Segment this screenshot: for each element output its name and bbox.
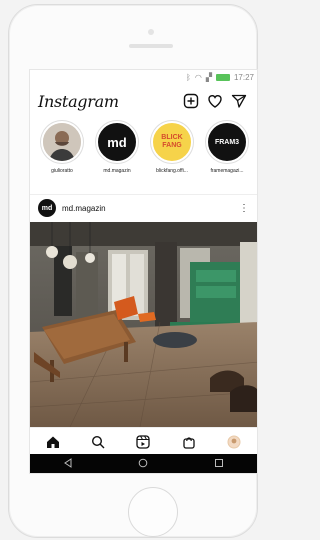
earpiece-speaker: [129, 44, 173, 48]
battery-icon: [215, 73, 230, 81]
story-ring: md: [95, 120, 139, 164]
avatar: BLICK FANG: [151, 121, 193, 163]
stories-row: giulioratto md md.magazin BLICK FANG bli…: [30, 120, 257, 192]
shopping-bag-icon[interactable]: [178, 431, 200, 453]
top-header: Instagram: [30, 84, 257, 118]
status-bar: ᛒ ◠ ▞ 17:27: [30, 70, 257, 84]
story-label: md.magazin: [103, 168, 131, 174]
story-label: blickfang.offi...: [156, 168, 188, 174]
home-icon[interactable]: [42, 431, 64, 453]
story-ring: BLICK FANG: [150, 120, 194, 164]
reels-icon[interactable]: [132, 431, 154, 453]
more-options-icon[interactable]: ⋮: [239, 203, 249, 214]
avatar: FRAM3: [206, 121, 248, 163]
front-camera: [148, 29, 154, 35]
recent-square-icon[interactable]: [214, 455, 224, 473]
android-nav-bar: [30, 454, 257, 473]
plus-square-icon[interactable]: [181, 91, 201, 111]
story-item[interactable]: BLICK FANG blickfang.offi...: [148, 120, 196, 192]
hardware-home-button[interactable]: [128, 487, 178, 537]
post-header: md md.magazin ⋮: [30, 196, 257, 220]
divider: [30, 194, 257, 195]
paper-plane-icon[interactable]: [229, 91, 249, 111]
signal-icon: ▞: [205, 72, 212, 82]
post-avatar[interactable]: md: [38, 199, 56, 217]
story-label: framemagazi...: [210, 168, 244, 174]
bottom-tab-bar: [30, 427, 257, 456]
avatar: md: [96, 121, 138, 163]
post-image[interactable]: [30, 222, 257, 427]
heart-icon[interactable]: [205, 91, 225, 111]
app-logo[interactable]: Instagram: [38, 92, 177, 111]
back-triangle-icon[interactable]: [63, 455, 73, 473]
home-circle-icon[interactable]: [138, 455, 148, 473]
story-ring: FRAM3: [205, 120, 249, 164]
wifi-icon: ◠: [194, 72, 202, 82]
story-item[interactable]: FRAM3 framemagazi...: [203, 120, 251, 192]
status-time: 17:27: [233, 72, 254, 82]
story-ring: [40, 120, 84, 164]
avatar: [41, 121, 83, 163]
post-username[interactable]: md.magazin: [62, 204, 239, 213]
story-item[interactable]: md md.magazin: [93, 120, 141, 192]
app-screen: ᛒ ◠ ▞ 17:27 Instagram giulioratto md md.…: [29, 69, 258, 474]
story-label: giulioratto: [51, 168, 73, 174]
search-icon[interactable]: [87, 431, 109, 453]
profile-avatar-icon[interactable]: [223, 431, 245, 453]
bluetooth-icon: ᛒ: [186, 72, 191, 82]
story-item[interactable]: giulioratto: [38, 120, 86, 192]
